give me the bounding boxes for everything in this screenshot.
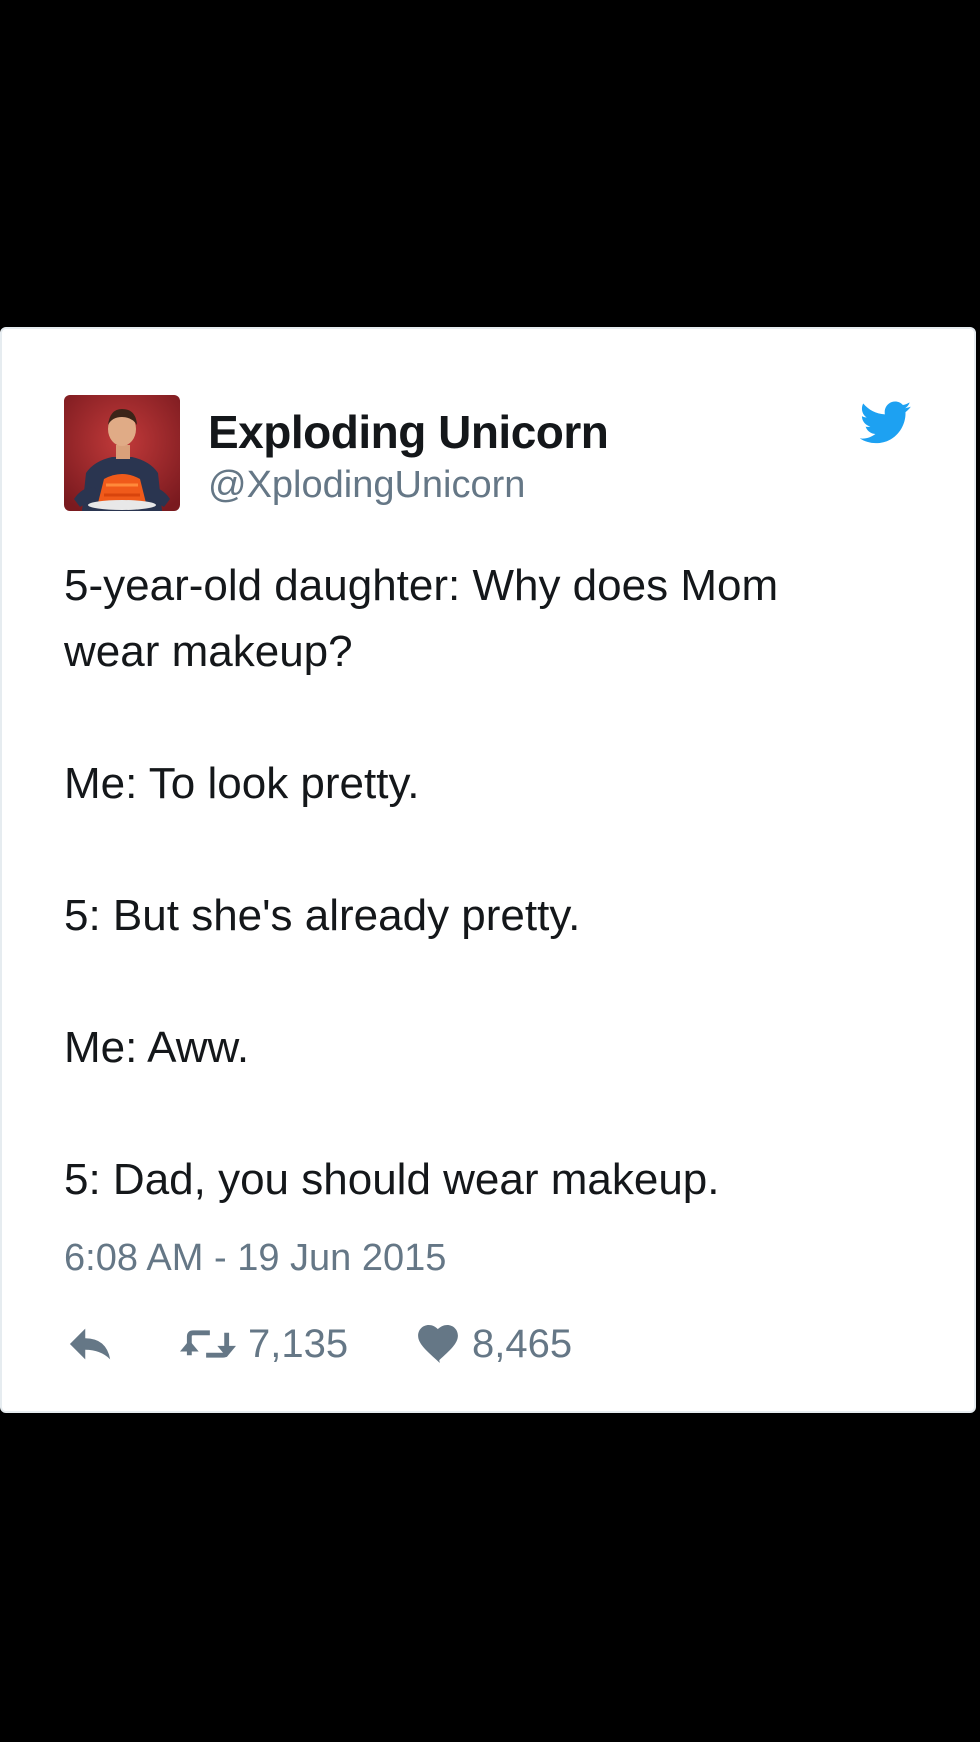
avatar-photo xyxy=(64,395,180,511)
retweet-icon xyxy=(180,1330,236,1358)
retweet-count: 7,135 xyxy=(248,1321,349,1366)
tweet-actions: 7,135 8,465 xyxy=(64,1319,864,1369)
author-avatar[interactable] xyxy=(64,395,180,511)
tweet-timestamp[interactable]: 6:08 AM - 19 Jun 2015 xyxy=(64,1237,446,1280)
tweet-card[interactable]: Exploding Unicorn @XplodingUnicorn 5-yea… xyxy=(0,327,976,1413)
retweet-button[interactable]: 7,135 xyxy=(180,1319,348,1369)
reply-arrow-icon xyxy=(69,1328,111,1360)
tweet-text-line: Me: To look pretty. xyxy=(64,759,420,808)
tweet-text: 5-year-old daughter: Why does Mom wear m… xyxy=(64,553,944,1213)
author-handle[interactable]: @XplodingUnicorn xyxy=(208,464,525,507)
reply-button[interactable] xyxy=(68,1319,114,1369)
tweet-text-line: Me: Aww. xyxy=(64,1023,250,1072)
screenshot-frame: Exploding Unicorn @XplodingUnicorn 5-yea… xyxy=(0,0,980,1742)
author-display-name[interactable]: Exploding Unicorn xyxy=(208,405,609,459)
like-button[interactable]: 8,465 xyxy=(416,1319,572,1369)
tweet-text-line: 5: But she's already pretty. xyxy=(64,891,581,940)
like-count: 8,465 xyxy=(472,1321,573,1366)
twitter-bird-icon[interactable] xyxy=(859,401,912,445)
heart-icon xyxy=(418,1325,458,1363)
tweet-text-line: 5: Dad, you should wear makeup. xyxy=(64,1155,720,1204)
tweet-text-line: 5-year-old daughter: Why does Mom wear m… xyxy=(64,561,779,676)
